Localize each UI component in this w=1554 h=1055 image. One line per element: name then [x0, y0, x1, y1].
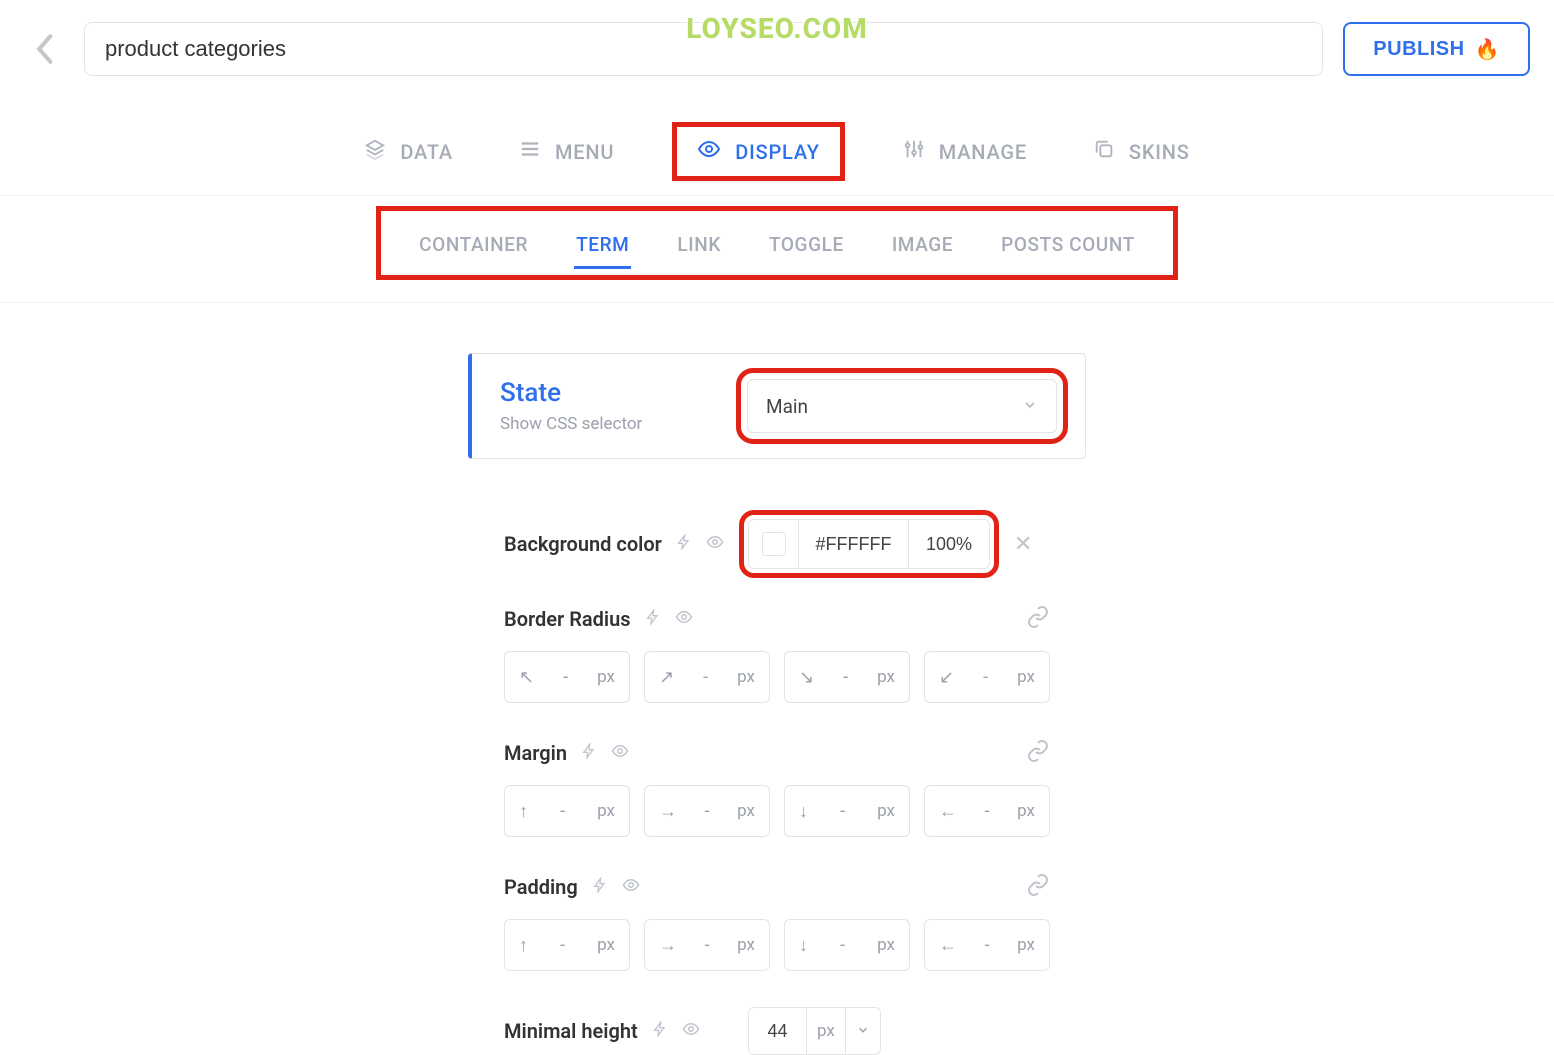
padding-top[interactable]: ↑-px — [504, 919, 630, 971]
state-select-value: Main — [766, 395, 808, 418]
sub-tab-image[interactable]: IMAGE — [890, 223, 955, 269]
tab-label: DISPLAY — [735, 140, 820, 164]
field-border-radius: Border Radius ↖-px ↗-px ↘-px ↙-px — [468, 605, 1086, 703]
padding-right[interactable]: →-px — [644, 919, 770, 971]
sub-tab-term[interactable]: TERM — [574, 223, 631, 269]
sub-tab-container[interactable]: CONTAINER — [417, 223, 530, 269]
eye-icon[interactable] — [675, 608, 693, 630]
background-alpha-input[interactable] — [909, 520, 989, 568]
tab-menu[interactable]: MENU — [511, 122, 622, 181]
clear-color-button[interactable]: ✕ — [1014, 532, 1032, 557]
back-button[interactable] — [24, 29, 64, 69]
eye-icon[interactable] — [682, 1020, 700, 1042]
padding-left[interactable]: ←-px — [924, 919, 1050, 971]
border-radius-top-left[interactable]: ↖-px — [504, 651, 630, 703]
margin-top[interactable]: ↑-px — [504, 785, 630, 837]
publish-label: PUBLISH — [1373, 38, 1464, 61]
lightning-icon[interactable] — [592, 877, 608, 897]
tab-manage[interactable]: MANAGE — [895, 122, 1035, 181]
margin-bottom[interactable]: ↓-px — [784, 785, 910, 837]
tab-skins[interactable]: SKINS — [1085, 122, 1198, 181]
eye-icon[interactable] — [706, 533, 724, 555]
state-title: State — [500, 378, 642, 408]
padding-bottom[interactable]: ↓-px — [784, 919, 910, 971]
field-background-color: Background color ✕ — [468, 519, 1086, 569]
link-values-icon[interactable] — [1026, 873, 1050, 901]
field-padding: Padding ↑-px →-px ↓-px ←-px — [468, 873, 1086, 971]
minimal-height-unit: px — [807, 1008, 846, 1054]
tab-label: MENU — [555, 140, 614, 164]
eye-icon[interactable] — [611, 742, 629, 764]
color-swatch[interactable] — [762, 532, 786, 556]
background-color-label: Background color — [504, 532, 662, 556]
lightning-icon[interactable] — [581, 743, 597, 763]
publish-button[interactable]: PUBLISH 🔥 — [1343, 22, 1530, 76]
state-card: State Show CSS selector Main — [468, 353, 1086, 459]
padding-label: Padding — [504, 875, 578, 899]
layers-icon — [364, 138, 386, 165]
sliders-icon — [903, 138, 925, 165]
main-tabs: DATA MENU DISPLAY MANAGE SKINS — [0, 90, 1554, 196]
widget-title-input[interactable] — [84, 22, 1323, 76]
margin-left[interactable]: ←-px — [924, 785, 1050, 837]
minimal-height-control: px — [748, 1007, 881, 1055]
border-radius-bottom-right[interactable]: ↘-px — [784, 651, 910, 703]
eye-icon[interactable] — [622, 876, 640, 898]
copy-icon — [1093, 138, 1115, 165]
margin-label: Margin — [504, 741, 567, 765]
link-values-icon[interactable] — [1026, 605, 1050, 633]
minimal-height-input[interactable] — [749, 1008, 807, 1054]
border-radius-bottom-left[interactable]: ↙-px — [924, 651, 1050, 703]
minimal-height-label: Minimal height — [504, 1019, 638, 1043]
lightning-icon[interactable] — [645, 609, 661, 629]
tab-label: DATA — [400, 140, 453, 164]
lightning-icon[interactable] — [652, 1021, 668, 1041]
chevron-down-icon — [1022, 395, 1038, 418]
margin-right[interactable]: →-px — [644, 785, 770, 837]
field-minimal-height: Minimal height px — [468, 1007, 1086, 1055]
fire-icon: 🔥 — [1475, 37, 1500, 62]
background-hex-input[interactable] — [799, 520, 909, 568]
lightning-icon[interactable] — [676, 534, 692, 554]
border-radius-label: Border Radius — [504, 607, 631, 631]
background-color-control — [748, 519, 990, 569]
tab-label: SKINS — [1129, 140, 1190, 164]
sub-tab-link[interactable]: LINK — [675, 223, 723, 269]
link-values-icon[interactable] — [1026, 739, 1050, 767]
eye-icon — [697, 137, 721, 166]
tab-label: MANAGE — [939, 140, 1027, 164]
menu-icon — [519, 138, 541, 165]
display-sub-tabs: CONTAINER TERM LINK TOGGLE IMAGE POSTS C… — [376, 206, 1178, 280]
sub-tab-toggle[interactable]: TOGGLE — [767, 223, 846, 269]
sub-tab-posts-count[interactable]: POSTS COUNT — [999, 223, 1137, 269]
chevron-down-icon[interactable] — [846, 1022, 880, 1041]
border-radius-top-right[interactable]: ↗-px — [644, 651, 770, 703]
tab-display[interactable]: DISPLAY — [672, 122, 845, 181]
show-css-selector-link[interactable]: Show CSS selector — [500, 414, 642, 434]
tab-data[interactable]: DATA — [356, 122, 461, 181]
state-select[interactable]: Main — [747, 379, 1057, 433]
field-margin: Margin ↑-px →-px ↓-px ←-px — [468, 739, 1086, 837]
